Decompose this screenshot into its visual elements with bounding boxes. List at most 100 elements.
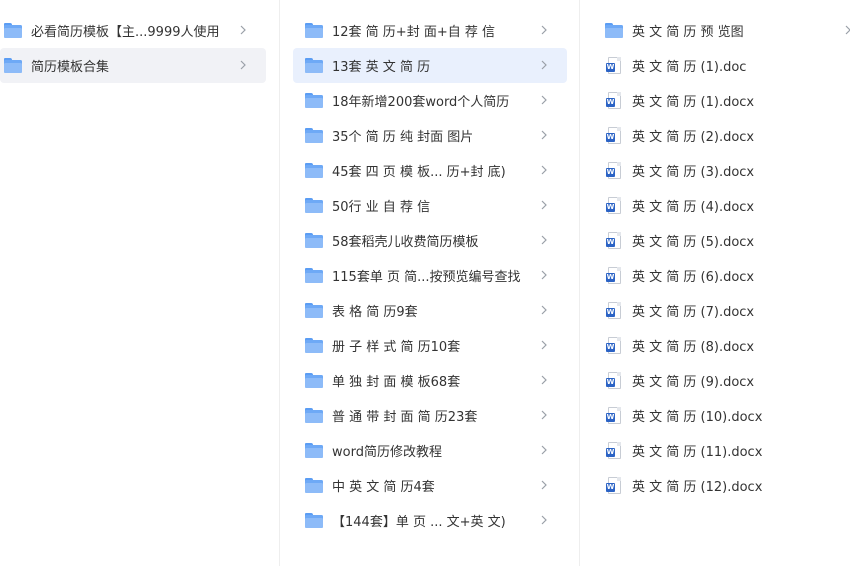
folder-icon (305, 337, 323, 354)
file-label: 英 文 简 历 (6).docx (632, 270, 755, 285)
folder-row[interactable]: 中 英 文 简 历4套 (293, 468, 567, 503)
folder-row[interactable]: 单 独 封 面 模 板68套 (293, 363, 567, 398)
folder-icon (305, 22, 323, 39)
column-root: 必看简历模板【主...9999人使用 简历模板合集 (0, 0, 278, 566)
folder-label: 58套稻壳儿收费简历模板 (332, 235, 479, 250)
chevron-right-icon (541, 95, 547, 105)
folder-icon (305, 372, 323, 389)
folder-icon (305, 407, 323, 424)
file-label: 英 文 简 历 (3).docx (632, 165, 755, 180)
folder-icon (305, 512, 323, 529)
chevron-right-icon (541, 515, 547, 525)
word-doc-icon: W (606, 336, 622, 355)
folder-row[interactable]: 【144套】单 页 ... 文+英 文) (293, 503, 567, 538)
folder-label: 简历模板合集 (31, 60, 110, 75)
folder-label: 50行 业 自 荐 信 (332, 200, 431, 215)
chevron-right-icon (240, 60, 246, 70)
folder-label: 12套 简 历+封 面+自 荐 信 (332, 25, 495, 40)
word-doc-icon: W (606, 406, 622, 425)
chevron-right-icon (541, 340, 547, 350)
folder-row[interactable]: 英 文 简 历 预 览图 (593, 13, 850, 48)
folder-label: 册 子 样 式 简 历10套 (332, 340, 461, 355)
folder-label: 单 独 封 面 模 板68套 (332, 375, 461, 390)
folder-icon (4, 57, 22, 74)
folder-label: word简历修改教程 (332, 445, 442, 460)
folder-row-selected[interactable]: 简历模板合集 (0, 48, 266, 83)
folder-row[interactable]: 115套单 页 简...按预览编号查找 (293, 258, 567, 293)
file-row[interactable]: W 英 文 简 历 (12).docx (593, 468, 850, 503)
file-row[interactable]: W 英 文 简 历 (10).docx (593, 398, 850, 433)
folder-row[interactable]: 58套稻壳儿收费简历模板 (293, 223, 567, 258)
chevron-right-icon (541, 410, 547, 420)
folder-row[interactable]: 12套 简 历+封 面+自 荐 信 (293, 13, 567, 48)
folder-icon (605, 22, 623, 39)
file-label: 英 文 简 历 (11).docx (632, 445, 763, 460)
file-label: 英 文 简 历 (5).docx (632, 235, 755, 250)
file-row[interactable]: W 英 文 简 历 (6).docx (593, 258, 850, 293)
folder-label: 13套 英 文 简 历 (332, 60, 431, 75)
file-row[interactable]: W 英 文 简 历 (1).docx (593, 83, 850, 118)
file-row[interactable]: W 英 文 简 历 (7).docx (593, 293, 850, 328)
folder-label: 35个 简 历 纯 封面 图片 (332, 130, 474, 145)
folder-icon (305, 477, 323, 494)
word-doc-icon: W (606, 301, 622, 320)
chevron-right-icon (541, 130, 547, 140)
folder-label: 18年新增200套word个人简历 (332, 95, 510, 110)
folder-row-active[interactable]: 13套 英 文 简 历 (293, 48, 567, 83)
word-doc-icon: W (606, 231, 622, 250)
word-doc-icon: W (606, 441, 622, 460)
folder-row[interactable]: 35个 简 历 纯 封面 图片 (293, 118, 567, 153)
word-doc-icon: W (606, 91, 622, 110)
folder-icon (305, 442, 323, 459)
file-label: 英 文 简 历 (2).docx (632, 130, 755, 145)
word-doc-icon: W (606, 371, 622, 390)
folder-icon (305, 127, 323, 144)
folder-row[interactable]: 普 通 带 封 面 简 历23套 (293, 398, 567, 433)
folder-icon (305, 267, 323, 284)
folder-row[interactable]: 必看简历模板【主...9999人使用 (0, 13, 266, 48)
folder-row[interactable]: word简历修改教程 (293, 433, 567, 468)
file-label: 英 文 简 历 (12).docx (632, 480, 763, 495)
folder-row[interactable]: 册 子 样 式 简 历10套 (293, 328, 567, 363)
folder-icon (305, 232, 323, 249)
file-row[interactable]: W 英 文 简 历 (8).docx (593, 328, 850, 363)
file-row[interactable]: W 英 文 简 历 (5).docx (593, 223, 850, 258)
chevron-right-icon (541, 270, 547, 280)
file-row[interactable]: W 英 文 简 历 (1).doc (593, 48, 850, 83)
column-files: 英 文 简 历 预 览图 W 英 文 简 历 (1).doc W 英 文 简 历… (579, 0, 850, 566)
chevron-right-icon (541, 25, 547, 35)
file-row[interactable]: W 英 文 简 历 (2).docx (593, 118, 850, 153)
file-row[interactable]: W 英 文 简 历 (9).docx (593, 363, 850, 398)
word-doc-icon: W (606, 161, 622, 180)
folder-row[interactable]: 50行 业 自 荐 信 (293, 188, 567, 223)
folder-label: 45套 四 页 模 板... 历+封 底) (332, 165, 506, 180)
file-row[interactable]: W 英 文 简 历 (4).docx (593, 188, 850, 223)
chevron-right-icon (541, 165, 547, 175)
file-row[interactable]: W 英 文 简 历 (11).docx (593, 433, 850, 468)
chevron-right-icon (240, 25, 246, 35)
file-label: 英 文 简 历 (1).doc (632, 60, 747, 75)
folder-label: 普 通 带 封 面 简 历23套 (332, 410, 478, 425)
file-row[interactable]: W 英 文 简 历 (3).docx (593, 153, 850, 188)
chevron-right-icon (541, 375, 547, 385)
column-subfolders: 12套 简 历+封 面+自 荐 信 13套 英 文 简 历 18年新增200套w… (279, 0, 578, 566)
word-doc-icon: W (606, 266, 622, 285)
folder-row[interactable]: 18年新增200套word个人简历 (293, 83, 567, 118)
file-label: 英 文 简 历 (9).docx (632, 375, 755, 390)
folder-icon (305, 162, 323, 179)
folder-row[interactable]: 45套 四 页 模 板... 历+封 底) (293, 153, 567, 188)
chevron-right-icon (541, 305, 547, 315)
chevron-right-icon (541, 200, 547, 210)
folder-icon (305, 57, 323, 74)
word-doc-icon: W (606, 196, 622, 215)
word-doc-icon: W (606, 126, 622, 145)
folder-label: 英 文 简 历 预 览图 (632, 25, 744, 40)
folder-icon (305, 92, 323, 109)
chevron-right-icon (541, 60, 547, 70)
file-label: 英 文 简 历 (7).docx (632, 305, 755, 320)
folder-icon (4, 22, 22, 39)
folder-row[interactable]: 表 格 简 历9套 (293, 293, 567, 328)
file-label: 英 文 简 历 (4).docx (632, 200, 755, 215)
chevron-right-icon (541, 480, 547, 490)
chevron-right-icon (541, 235, 547, 245)
